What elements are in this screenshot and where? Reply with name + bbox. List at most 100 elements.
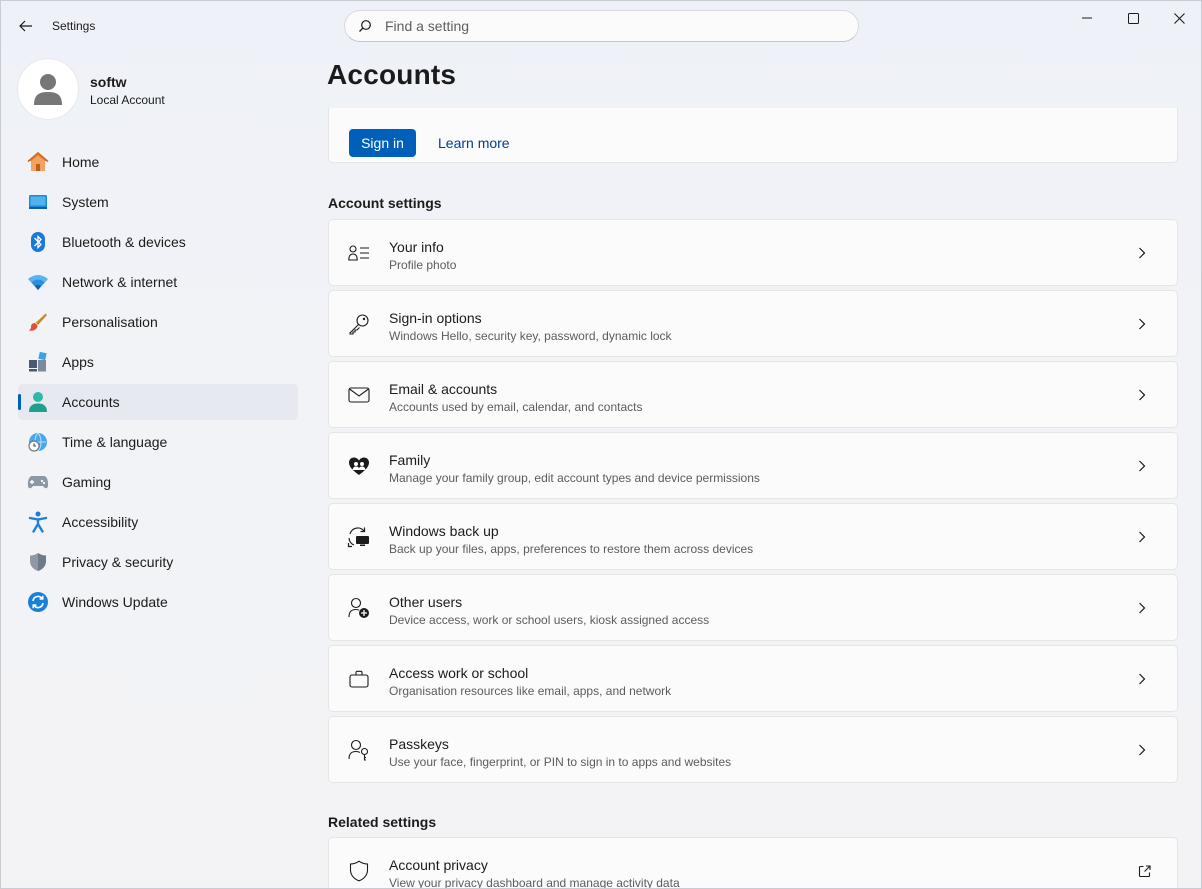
passkey-icon (347, 738, 371, 762)
chevron-right-icon (1135, 388, 1149, 402)
email-accounts-row[interactable]: Email & accounts Accounts used by email,… (328, 361, 1178, 428)
person-add-icon (347, 596, 371, 620)
sidebar-item-label: Personalisation (62, 314, 158, 330)
other-users-row[interactable]: Other users Device access, work or schoo… (328, 574, 1178, 641)
windows-backup-row[interactable]: Windows back up Back up your files, apps… (328, 503, 1178, 570)
chevron-right-icon (1135, 530, 1149, 544)
home-icon (27, 151, 49, 173)
content-area[interactable]: Sign in Learn more Account settings Your… (328, 108, 1178, 889)
row-subtitle: Device access, work or school users, kio… (389, 613, 710, 627)
row-subtitle: View your privacy dashboard and manage a… (389, 876, 680, 889)
sidebar-item-personalisation[interactable]: Personalisation (18, 304, 298, 340)
sidebar-item-label: Home (62, 154, 100, 170)
back-arrow-icon (19, 20, 32, 32)
family-row[interactable]: Family Manage your family group, edit ac… (328, 432, 1178, 499)
microsoft-account-banner: Sign in Learn more (328, 108, 1178, 163)
sign-in-button[interactable]: Sign in (349, 129, 416, 157)
sidebar-item-label: Gaming (62, 474, 112, 490)
sidebar-item-label: Time & language (62, 434, 168, 450)
title-bar: Settings (1, 1, 1201, 51)
row-subtitle: Manage your family group, edit account t… (389, 471, 760, 485)
chevron-right-icon (1135, 672, 1149, 686)
close-button[interactable] (1156, 1, 1201, 35)
row-subtitle: Use your face, fingerprint, or PIN to si… (389, 755, 732, 769)
sidebar-item-apps[interactable]: Apps (18, 344, 298, 380)
accounts-icon (27, 391, 49, 413)
wifi-icon (27, 271, 49, 293)
row-title: Email & accounts (389, 381, 498, 397)
briefcase-icon (347, 667, 371, 691)
access-work-school-row[interactable]: Access work or school Organisation resou… (328, 645, 1178, 712)
account-settings-heading: Account settings (328, 195, 442, 211)
sidebar-item-label: Accessibility (62, 514, 139, 530)
sidebar-nav: Home System Bluetooth & devices Network … (18, 144, 298, 624)
sidebar-item-label: Apps (62, 354, 94, 370)
row-subtitle: Windows Hello, security key, password, d… (389, 329, 672, 343)
search-icon (345, 11, 385, 41)
backup-icon (347, 525, 371, 549)
bluetooth-icon (27, 231, 49, 253)
sidebar-item-label: Windows Update (62, 594, 168, 610)
apps-icon (27, 351, 49, 373)
account-privacy-row[interactable]: Account privacy View your privacy dashbo… (328, 837, 1178, 889)
chevron-right-icon (1135, 246, 1149, 260)
sidebar-item-gaming[interactable]: Gaming (18, 464, 298, 500)
minimize-icon (1081, 17, 1092, 19)
related-settings-heading: Related settings (328, 814, 437, 830)
sidebar-item-label: Bluetooth & devices (62, 234, 186, 250)
minimize-button[interactable] (1064, 1, 1110, 35)
accessibility-icon (27, 511, 49, 533)
family-heart-icon (347, 454, 371, 478)
external-link-icon (1137, 864, 1151, 878)
sidebar-item-accounts[interactable]: Accounts (18, 384, 298, 420)
sidebar-item-label: System (62, 194, 109, 210)
chevron-right-icon (1135, 317, 1149, 331)
brush-icon (27, 311, 49, 333)
profile-name: softw (90, 74, 127, 90)
key-icon (347, 312, 371, 336)
chevron-right-icon (1135, 743, 1149, 757)
sidebar-item-system[interactable]: System (18, 184, 298, 220)
search-input[interactable] (385, 18, 825, 34)
gamepad-icon (27, 471, 49, 493)
sidebar-item-time-language[interactable]: Time & language (18, 424, 298, 460)
row-title: Windows back up (389, 523, 499, 539)
row-title: Passkeys (389, 736, 449, 752)
shield-outline-icon (347, 859, 371, 883)
row-title: Access work or school (389, 665, 529, 681)
sidebar-item-bluetooth[interactable]: Bluetooth & devices (18, 224, 298, 260)
app-title: Settings (52, 19, 96, 33)
sidebar-item-accessibility[interactable]: Accessibility (18, 504, 298, 540)
maximize-icon (1127, 12, 1139, 24)
row-title: Sign-in options (389, 310, 482, 326)
row-title: Your info (389, 239, 444, 255)
row-subtitle: Accounts used by email, calendar, and co… (389, 400, 643, 414)
row-subtitle: Back up your files, apps, preferences to… (389, 542, 754, 556)
learn-more-link[interactable]: Learn more (438, 135, 510, 151)
profile-card[interactable]: softw Local Account (18, 59, 298, 119)
sidebar-item-label: Network & internet (62, 274, 178, 290)
row-subtitle: Profile photo (389, 258, 457, 272)
shield-icon (27, 551, 49, 573)
chevron-right-icon (1135, 601, 1149, 615)
sidebar-item-network[interactable]: Network & internet (18, 264, 298, 300)
row-title: Other users (389, 594, 463, 610)
person-list-icon (347, 241, 371, 265)
chevron-right-icon (1135, 459, 1149, 473)
globe-clock-icon (27, 431, 49, 453)
sidebar-item-windows-update[interactable]: Windows Update (18, 584, 298, 620)
page-title: Accounts (327, 59, 457, 90)
row-title: Account privacy (389, 857, 488, 873)
sidebar-item-privacy-security[interactable]: Privacy & security (18, 544, 298, 580)
avatar (18, 59, 78, 119)
passkeys-row[interactable]: Passkeys Use your face, fingerprint, or … (328, 716, 1178, 783)
sidebar-item-home[interactable]: Home (18, 144, 298, 180)
search-box[interactable] (344, 10, 859, 42)
your-info-row[interactable]: Your info Profile photo (328, 219, 1178, 286)
system-icon (27, 191, 49, 213)
back-button[interactable] (11, 11, 41, 41)
settings-window: Settings softw Local Account (0, 0, 1202, 889)
sign-in-options-row[interactable]: Sign-in options Windows Hello, security … (328, 290, 1178, 357)
maximize-button[interactable] (1110, 1, 1156, 35)
sidebar-item-label: Privacy & security (62, 554, 174, 570)
